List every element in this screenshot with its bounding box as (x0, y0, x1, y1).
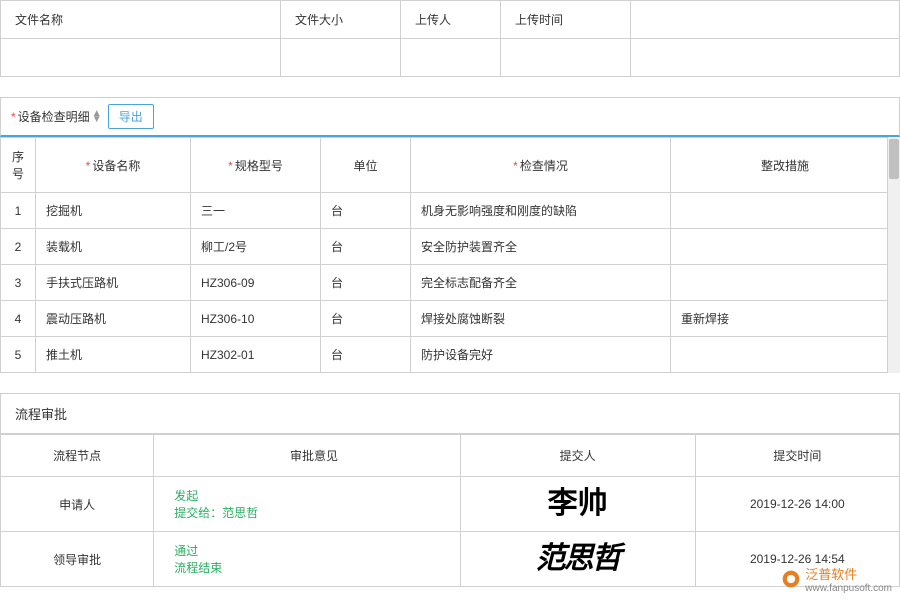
cell-check: 防护设备完好 (411, 337, 671, 373)
file-header-time[interactable]: 上传时间 (501, 1, 631, 39)
cell-action (671, 229, 900, 265)
opinion-target: 流程结束 (174, 559, 453, 576)
detail-section-header: * 设备检查明细 ▲▼ 导出 (0, 97, 900, 137)
cell-name: 推土机 (36, 337, 191, 373)
cell-index: 5 (1, 337, 36, 373)
opinion-status: 通过 (174, 542, 453, 559)
table-row[interactable]: 1挖掘机三一台机身无影响强度和刚度的缺陷 (1, 193, 900, 229)
table-row[interactable]: 4震动压路机HZ306-10台焊接处腐蚀断裂重新焊接 (1, 301, 900, 337)
approval-row: 领导审批通过流程结束范思哲2019-12-26 14:54 (1, 532, 900, 587)
cell-opinion: 通过流程结束 (154, 532, 460, 587)
cell-spec: 柳工/2号 (191, 229, 321, 265)
detail-header-spec[interactable]: *规格型号 (191, 138, 321, 193)
detail-header-action[interactable]: 整改措施 (671, 138, 900, 193)
cell-unit: 台 (321, 265, 411, 301)
cell-name: 震动压路机 (36, 301, 191, 337)
cell-spec: HZ302-01 (191, 337, 321, 373)
cell-index: 1 (1, 193, 36, 229)
opinion-target: 提交给：范思哲 (174, 504, 453, 521)
cell-spec: HZ306-09 (191, 265, 321, 301)
approval-header-node: 流程节点 (1, 435, 154, 477)
cell-node: 申请人 (1, 477, 154, 532)
detail-header-name[interactable]: *设备名称 (36, 138, 191, 193)
file-empty-row (1, 39, 900, 77)
cell-action (671, 265, 900, 301)
file-header-size[interactable]: 文件大小 (281, 1, 401, 39)
table-row[interactable]: 3手扶式压路机HZ306-09台完全标志配备齐全 (1, 265, 900, 301)
logo-icon (781, 569, 801, 589)
watermark-brand: 泛普软件 (805, 567, 857, 582)
scrollbar-thumb[interactable] (889, 139, 899, 179)
detail-header-unit[interactable]: 单位 (321, 138, 411, 193)
cell-check: 安全防护装置齐全 (411, 229, 671, 265)
cell-check: 完全标志配备齐全 (411, 265, 671, 301)
cell-index: 4 (1, 301, 36, 337)
cell-unit: 台 (321, 301, 411, 337)
approval-table: 流程节点 审批意见 提交人 提交时间 申请人发起提交给：范思哲李帅2019-12… (0, 434, 900, 587)
approval-header-time: 提交时间 (695, 435, 899, 477)
approval-header-opinion: 审批意见 (154, 435, 460, 477)
opinion-status: 发起 (174, 487, 453, 504)
cell-name: 手扶式压路机 (36, 265, 191, 301)
cell-spec: HZ306-10 (191, 301, 321, 337)
cell-check: 机身无影响强度和刚度的缺陷 (411, 193, 671, 229)
cell-action (671, 337, 900, 373)
approval-header-submitter: 提交人 (460, 435, 695, 477)
table-row[interactable]: 5推土机HZ302-01台防护设备完好 (1, 337, 900, 373)
cell-index: 3 (1, 265, 36, 301)
detail-header-index[interactable]: 序号 (1, 138, 36, 193)
cell-opinion: 发起提交给：范思哲 (154, 477, 460, 532)
approval-section-title: 流程审批 (0, 393, 900, 434)
file-header-name[interactable]: 文件名称 (1, 1, 281, 39)
cell-unit: 台 (321, 229, 411, 265)
cell-action: 重新焊接 (671, 301, 900, 337)
cell-time: 2019-12-26 14:00 (695, 477, 899, 532)
equipment-detail-table: 序号 *设备名称 *规格型号 单位 *检查情况 整改措施 1挖掘机三一台机身无影… (0, 137, 900, 373)
cell-name: 装载机 (36, 229, 191, 265)
sort-icon[interactable]: ▲▼ (92, 111, 100, 123)
file-header-blank (631, 1, 900, 39)
cell-signature: 李帅 (460, 477, 695, 532)
file-header-uploader[interactable]: 上传人 (401, 1, 501, 39)
cell-node: 领导审批 (1, 532, 154, 587)
approval-row: 申请人发起提交给：范思哲李帅2019-12-26 14:00 (1, 477, 900, 532)
cell-name: 挖掘机 (36, 193, 191, 229)
cell-check: 焊接处腐蚀断裂 (411, 301, 671, 337)
cell-unit: 台 (321, 337, 411, 373)
cell-index: 2 (1, 229, 36, 265)
vertical-scrollbar[interactable] (887, 137, 900, 373)
cell-action (671, 193, 900, 229)
watermark: 泛普软件 www.fanpusoft.com (781, 564, 892, 594)
cell-signature: 范思哲 (460, 532, 695, 587)
table-row[interactable]: 2装载机柳工/2号台安全防护装置齐全 (1, 229, 900, 265)
watermark-url: www.fanpusoft.com (805, 583, 892, 594)
cell-spec: 三一 (191, 193, 321, 229)
detail-section-title: * 设备检查明细 ▲▼ (11, 108, 100, 125)
export-button[interactable]: 导出 (108, 104, 154, 129)
cell-unit: 台 (321, 193, 411, 229)
detail-header-check[interactable]: *检查情况 (411, 138, 671, 193)
file-attachments-table: 文件名称 文件大小 上传人 上传时间 (0, 0, 900, 77)
